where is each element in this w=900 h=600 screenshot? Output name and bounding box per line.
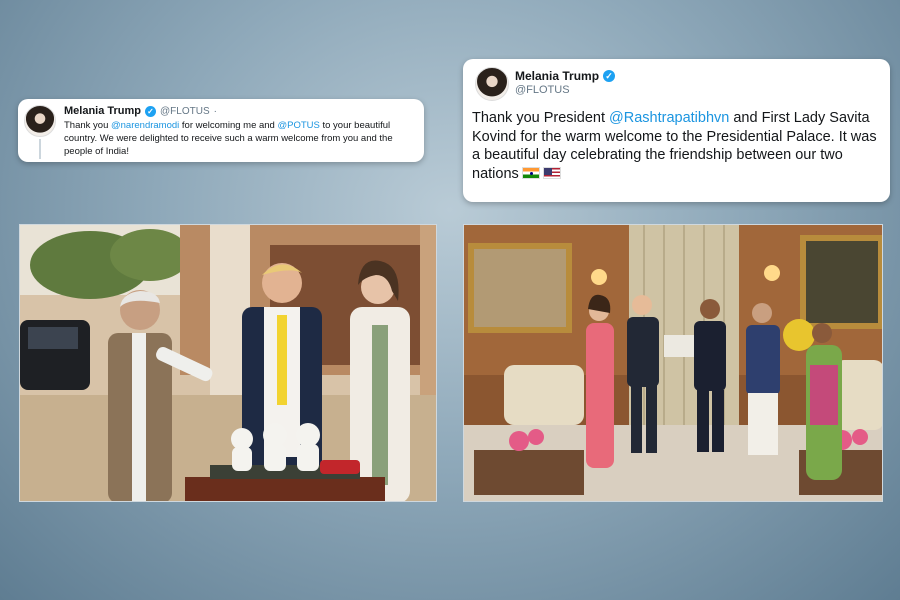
- tweet-card-right[interactable]: Melania Trump ✓ @FLOTUS Thank you Presid…: [463, 59, 890, 202]
- india-flag-icon: [521, 166, 540, 179]
- verified-badge-icon: ✓: [603, 70, 616, 82]
- author-handle[interactable]: @FLOTUS: [515, 84, 615, 96]
- photo-gift-presentation: [19, 224, 437, 502]
- tweet-header: Melania Trump ✓ @FLOTUS: [515, 69, 616, 96]
- us-flag-icon: [542, 166, 561, 179]
- tweet-text-segment: Thank you: [64, 120, 111, 131]
- photo-scene: [464, 225, 882, 501]
- mention-link[interactable]: @narendramodi: [111, 120, 179, 131]
- tweet-card-left[interactable]: Melania Trump ✓ @FLOTUS · Thank you @nar…: [18, 99, 424, 162]
- profile-avatar[interactable]: [24, 105, 56, 137]
- tweet-text-segment: for welcoming me and: [179, 120, 278, 131]
- author-handle[interactable]: @FLOTUS: [160, 106, 210, 117]
- tweet-header: Melania Trump ✓ @FLOTUS ·: [64, 105, 416, 117]
- separator-dot: ·: [213, 105, 217, 117]
- mention-link[interactable]: @Rashtrapatibhvn: [609, 110, 729, 126]
- verified-badge-icon: ✓: [145, 105, 157, 117]
- tweet-text-segment: Thank you President: [472, 110, 610, 126]
- author-name[interactable]: Melania Trump: [64, 105, 141, 117]
- thread-connector: [39, 139, 41, 159]
- tweet-text: Thank you President @Rashtrapatibhvn and…: [472, 109, 884, 183]
- mention-link[interactable]: @POTUS: [277, 120, 319, 131]
- photo-presidential-palace: [463, 224, 883, 502]
- photo-scene: [20, 225, 436, 501]
- tweet-text: Thank you @narendramodi for welcoming me…: [64, 119, 416, 158]
- author-name[interactable]: Melania Trump: [515, 69, 599, 83]
- profile-avatar[interactable]: [475, 67, 509, 101]
